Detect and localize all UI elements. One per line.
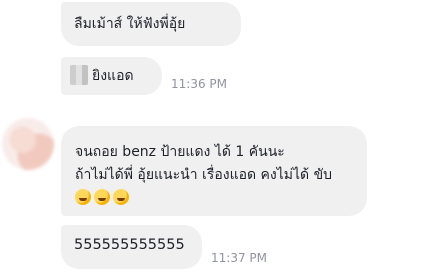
laughing-face-icon (75, 189, 91, 205)
emoji-row (75, 188, 367, 211)
message-text-4: 555555555555 (74, 237, 185, 253)
timestamp-2: 11:37 PM (211, 251, 267, 265)
message-bubble-2[interactable]: ยิงแอด (61, 57, 162, 95)
message-bubble-4[interactable]: 555555555555 (61, 225, 202, 269)
message-bubble-1[interactable]: ลืมเม้าส์ ให้ฟังพี่อุ้ย (61, 2, 241, 46)
laughing-face-icon (94, 189, 110, 205)
message-bubble-3[interactable]: จนถอย benz ป้ายแดง ได้ 1 คันนะ ถ้าไม่ได้… (61, 126, 367, 216)
chat-thread: ลืมเม้าส์ ให้ฟังพี่อุ้ย ยิงแอด 11:36 PM … (0, 0, 428, 279)
blurred-name-icon (70, 65, 88, 85)
timestamp-1: 11:36 PM (171, 77, 227, 91)
sender-avatar[interactable] (2, 118, 54, 170)
message-text-1: ลืมเม้าส์ ให้ฟังพี่อุ้ย (74, 16, 186, 32)
message-text-3-line-2: ถ้าไม่ได้พี่ อุ้ยแนะนำ เรื่องแอด คงไม่ได… (75, 167, 333, 183)
laughing-face-icon (113, 189, 129, 205)
message-text-2: ยิงแอด (92, 68, 134, 84)
message-text-3-line-1: จนถอย benz ป้ายแดง ได้ 1 คันนะ (75, 144, 285, 160)
